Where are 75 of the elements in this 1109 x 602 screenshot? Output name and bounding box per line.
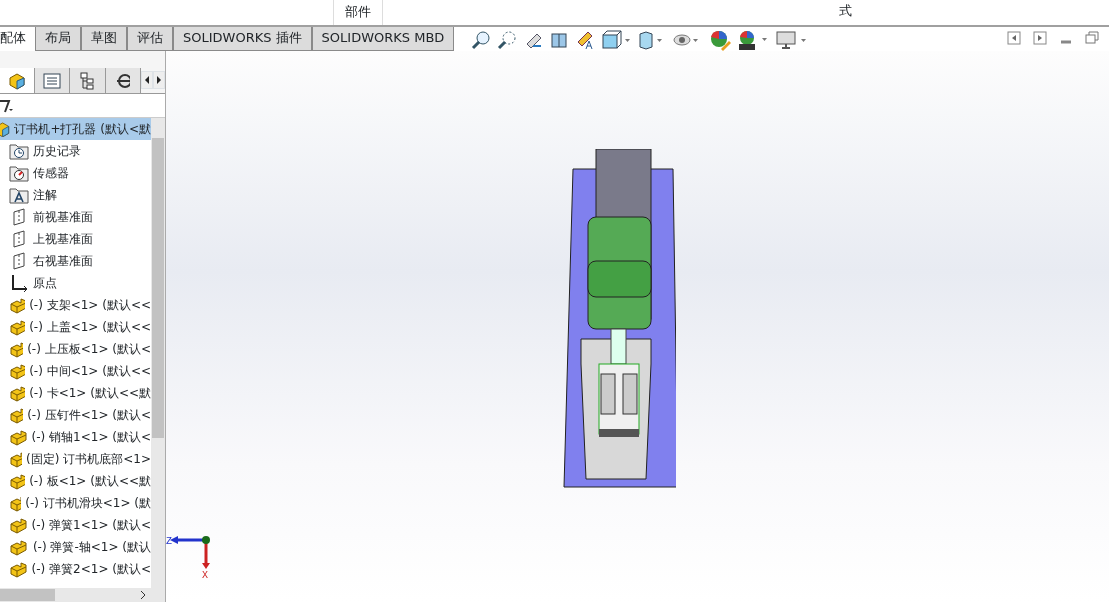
tree-item[interactable]: (-) 压钉件<1> (默认< [27,406,151,424]
next-pane-icon[interactable] [1033,31,1047,45]
axis-label: X [202,570,208,581]
property-tab[interactable] [35,68,71,93]
part-icon [9,406,24,424]
zoom-fit-icon[interactable] [471,30,491,50]
part-icon [9,384,26,402]
restore-icon[interactable] [1085,31,1099,45]
part-icon [9,538,29,556]
dimxpert-tab[interactable] [105,68,141,93]
origin-icon [9,274,29,292]
previous-pane-icon[interactable] [1007,31,1021,45]
triad-vertical-axis [202,543,210,569]
part-icon [9,516,28,534]
sensor-folder-icon [9,164,29,182]
triad-horizontal-axis [170,536,204,544]
history-folder-icon [9,142,29,160]
tree-item[interactable]: (-) 弹簧2<1> (默认< [31,560,151,578]
part-icon [9,428,28,446]
tree-item[interactable]: 前视基准面 [33,208,93,226]
crosshair-icon [115,71,130,90]
vertical-scrollbar[interactable] [151,118,165,588]
command-tab[interactable]: 布局 [35,27,81,51]
annotation-folder-icon [9,186,29,204]
command-tab[interactable]: SOLIDWORKS 插件 [173,27,312,51]
tree-item[interactable]: 上视基准面 [33,230,93,248]
part-icon [9,560,28,578]
axis-label: Z [166,536,172,547]
scene-icon[interactable] [737,29,769,51]
view-orientation-icon[interactable] [601,30,631,50]
horizontal-scrollbar[interactable] [0,588,165,602]
appearance-icon[interactable] [709,29,731,51]
ribbon-label[interactable]: 式 [820,0,870,17]
section-view-icon[interactable] [549,30,569,50]
tree-item[interactable]: 注解 [33,186,57,204]
scroll-right-icon[interactable] [139,590,147,600]
zoom-area-icon[interactable] [497,30,517,50]
triad-origin-icon [202,536,210,544]
tree-item[interactable]: (-) 中间<1> (默认<< [29,362,151,380]
part-icon [9,494,22,512]
tree-item[interactable]: (-) 销轴1<1> (默认< [31,428,151,446]
tree-item[interactable]: (固定) 订书机底部<1> [26,450,151,468]
tree-item[interactable]: 传感器 [33,164,69,182]
tree-item[interactable]: (-) 支架<1> (默认<< [29,296,151,314]
command-tab[interactable]: 草图 [81,27,127,51]
assembly-tree-item[interactable]: 订书机+打孔器 (默认<默 [0,118,151,140]
tree-item[interactable]: (-) 弹簧1<1> (默认< [31,516,151,534]
part-icon [9,472,26,490]
monitor-icon[interactable] [775,30,809,50]
tree-item[interactable]: (-) 上压板<1> (默认< [27,340,151,358]
tree-item[interactable]: (-) 卡<1> (默认<<默 [29,384,151,402]
feature-tree-tab[interactable] [0,68,36,93]
command-tab[interactable]: SOLIDWORKS MBD [311,27,455,51]
part-icon [9,318,26,336]
part-icon [9,340,24,358]
tree-item[interactable]: (-) 上盖<1> (默认<< [29,318,151,336]
tree-item[interactable]: (-) 弹簧-轴<1> (默认 [32,538,151,556]
part-icon [9,296,26,314]
tree-item[interactable]: 历史记录 [33,142,81,160]
configuration-tab[interactable] [70,68,106,93]
part-icon [9,362,26,380]
command-tab[interactable]: 评估 [127,27,173,51]
tree-item[interactable]: 原点 [33,274,57,292]
dynamic-annotation-icon[interactable] [575,30,595,50]
part-icon [9,450,23,468]
hierarchy-icon [79,71,96,90]
tree-item[interactable]: (-) 订书机滑块<1> (默 [25,494,151,512]
list-icon [43,72,62,89]
assembly-icon [0,121,11,137]
tree-item-label: 订书机+打孔器 (默认<默 [14,121,151,138]
assembly-icon [8,71,27,90]
tree-item[interactable]: (-) 板<1> (默认<<默 [29,472,151,490]
tree-item[interactable]: 右视基准面 [33,252,93,270]
filter-icon[interactable] [0,98,14,113]
ribbon-label[interactable]: 部件 [333,0,383,25]
